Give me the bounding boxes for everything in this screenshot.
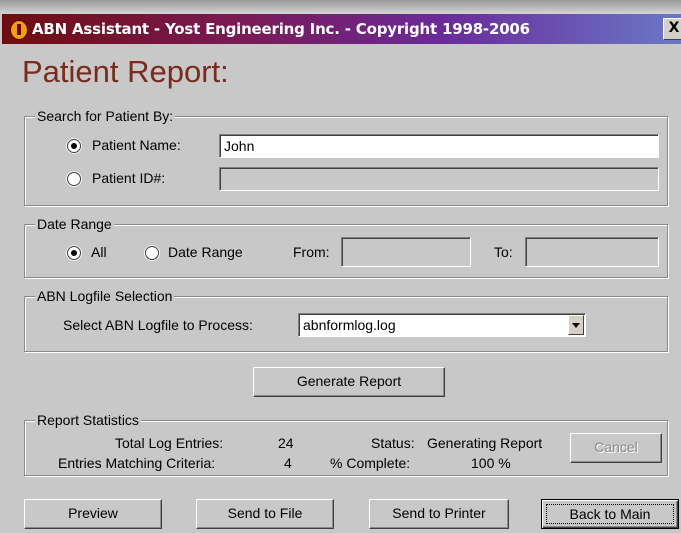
- date-range-group: Date Range All Date Range From: To:: [24, 216, 668, 278]
- send-to-file-button[interactable]: Send to File: [196, 499, 334, 529]
- window-title: ABN Assistant - Yost Engineering Inc. - …: [32, 20, 530, 38]
- matching-entries-value: 4: [284, 455, 292, 471]
- matching-entries-label: Entries Matching Criteria:: [58, 455, 216, 471]
- percent-complete-value: 100 %: [471, 455, 511, 471]
- patient-id-label: Patient ID#:: [92, 170, 166, 186]
- dropdown-arrow-icon[interactable]: [568, 315, 584, 335]
- report-statistics-legend: Report Statistics: [35, 412, 141, 428]
- logfile-group: ABN Logfile Selection Select ABN Logfile…: [24, 288, 668, 352]
- date-range-legend: Date Range: [35, 216, 114, 232]
- patient-id-input[interactable]: [219, 167, 659, 191]
- search-group: Search for Patient By: Patient Name: Joh…: [24, 108, 668, 206]
- logfile-select-value: abnformlog.log: [303, 317, 396, 333]
- generate-report-button[interactable]: Generate Report: [253, 367, 445, 397]
- date-from-input[interactable]: [341, 237, 471, 267]
- patient-name-radio[interactable]: [67, 139, 81, 153]
- status-label: Status:: [371, 435, 415, 451]
- window-top-edge: [0, 0, 681, 14]
- date-to-input[interactable]: [525, 237, 659, 267]
- close-button[interactable]: X: [663, 18, 681, 40]
- page-title: Patient Report:: [22, 54, 229, 89]
- back-to-main-label: Back to Main: [546, 504, 674, 524]
- date-all-radio[interactable]: [67, 246, 81, 260]
- date-range-label: Date Range: [168, 244, 243, 260]
- preview-button[interactable]: Preview: [24, 499, 162, 529]
- logfile-label: Select ABN Logfile to Process:: [63, 317, 253, 333]
- report-statistics-group: Report Statistics Total Log Entries: 24 …: [24, 412, 668, 476]
- total-entries-label: Total Log Entries:: [115, 435, 224, 451]
- logfile-select[interactable]: abnformlog.log: [298, 313, 586, 337]
- status-value: Generating Report: [427, 435, 543, 451]
- patient-name-input[interactable]: John: [219, 134, 659, 158]
- cancel-button[interactable]: Cancel: [570, 433, 662, 463]
- date-to-label: To:: [494, 244, 513, 260]
- percent-complete-label: % Complete:: [330, 455, 411, 471]
- date-all-label: All: [91, 244, 107, 260]
- send-to-printer-button[interactable]: Send to Printer: [369, 499, 509, 529]
- title-bar[interactable]: ABN Assistant - Yost Engineering Inc. - …: [2, 14, 681, 44]
- logfile-legend: ABN Logfile Selection: [35, 288, 175, 304]
- patient-id-radio[interactable]: [67, 172, 81, 186]
- patient-name-label: Patient Name:: [92, 137, 181, 153]
- date-from-label: From:: [293, 244, 330, 260]
- search-group-legend: Search for Patient By:: [35, 108, 176, 124]
- date-range-radio[interactable]: [145, 246, 159, 260]
- app-icon: [10, 20, 28, 40]
- back-to-main-button[interactable]: Back to Main: [541, 499, 679, 529]
- total-entries-value: 24: [278, 435, 294, 451]
